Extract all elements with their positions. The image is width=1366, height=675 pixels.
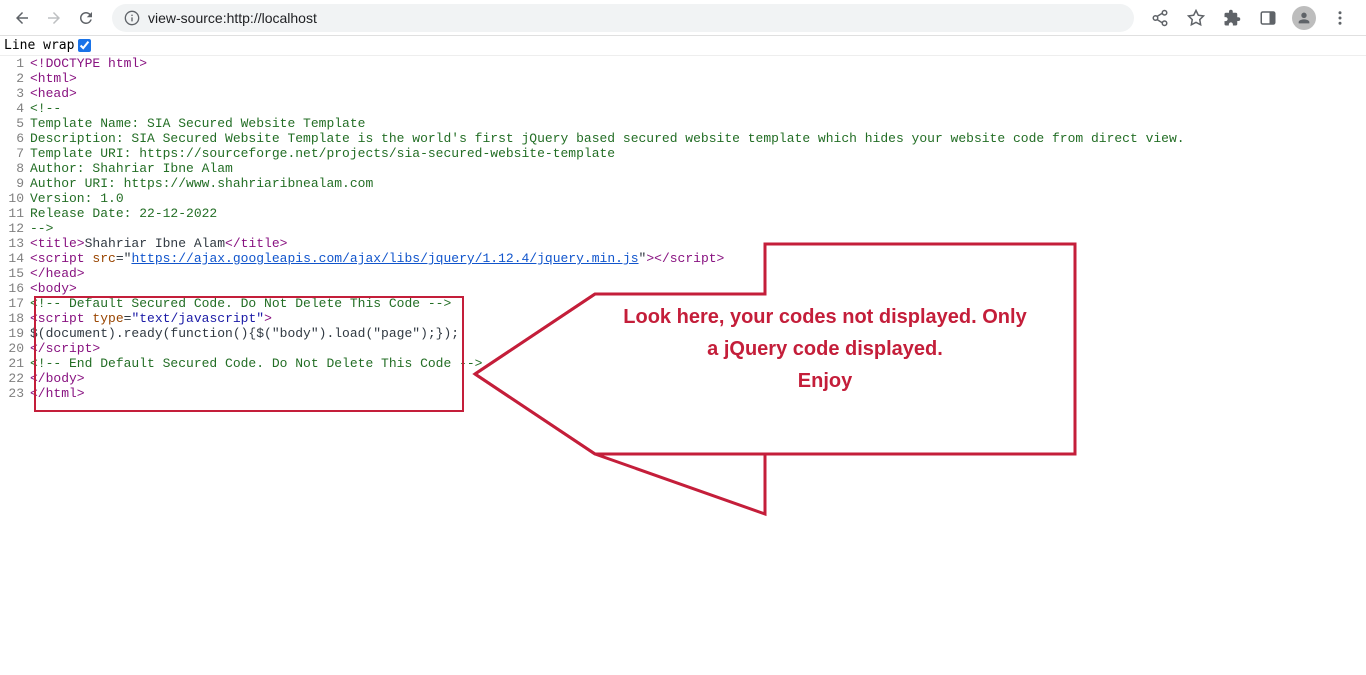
dots-vertical-icon [1331,9,1349,27]
source-line: 3<head> [0,86,1366,101]
line-number: 17 [0,296,30,311]
line-number: 16 [0,281,30,296]
source-line: 15</head> [0,266,1366,281]
code-content[interactable]: <body> [30,281,1366,296]
line-number: 14 [0,251,30,266]
line-number: 20 [0,341,30,356]
line-number: 7 [0,146,30,161]
source-line: 4<!-- [0,101,1366,116]
source-line: 7Template URI: https://sourceforge.net/p… [0,146,1366,161]
line-number: 4 [0,101,30,116]
line-number: 1 [0,56,30,71]
info-icon [124,10,140,26]
line-number: 9 [0,176,30,191]
source-line: 11Release Date: 22-12-2022 [0,206,1366,221]
annotation-line3: Enjoy [580,365,1070,397]
share-button[interactable] [1146,4,1174,32]
page-content: Line wrap 1<!DOCTYPE html>2<html>3<head>… [0,36,1366,401]
code-content[interactable]: <script src="https://ajax.googleapis.com… [30,251,1366,266]
linewrap-bar: Line wrap [0,36,1366,56]
line-number: 10 [0,191,30,206]
code-content[interactable]: <!-- [30,101,1366,116]
browser-toolbar: view-source:http://localhost [0,0,1366,36]
code-content[interactable]: <head> [30,86,1366,101]
share-icon [1151,9,1169,27]
arrow-left-icon [13,9,31,27]
source-line: 10Version: 1.0 [0,191,1366,206]
line-number: 13 [0,236,30,251]
line-number: 12 [0,221,30,236]
line-number: 23 [0,386,30,401]
arrow-right-icon [45,9,63,27]
code-content[interactable]: Description: SIA Secured Website Templat… [30,131,1366,146]
puzzle-icon [1223,9,1241,27]
annotation-line2: a jQuery code displayed. [580,333,1070,365]
line-number: 2 [0,71,30,86]
code-content[interactable]: <!DOCTYPE html> [30,56,1366,71]
line-number: 3 [0,86,30,101]
line-number: 11 [0,206,30,221]
toolbar-right [1146,4,1358,32]
line-number: 8 [0,161,30,176]
source-line: 16<body> [0,281,1366,296]
source-line: 9Author URI: https://www.shahriaribneala… [0,176,1366,191]
sidepanel-button[interactable] [1254,4,1282,32]
profile-button[interactable] [1290,4,1318,32]
back-button[interactable] [8,4,36,32]
panel-icon [1259,9,1277,27]
source-line: 6Description: SIA Secured Website Templa… [0,131,1366,146]
reload-button[interactable] [72,4,100,32]
address-bar[interactable]: view-source:http://localhost [112,4,1134,32]
line-number: 15 [0,266,30,281]
code-content[interactable]: </head> [30,266,1366,281]
source-line: 1<!DOCTYPE html> [0,56,1366,71]
code-content[interactable]: <title>Shahriar Ibne Alam</title> [30,236,1366,251]
code-content[interactable]: Template Name: SIA Secured Website Templ… [30,116,1366,131]
linewrap-checkbox[interactable] [78,39,91,52]
line-number: 22 [0,371,30,386]
line-number: 5 [0,116,30,131]
source-line: 8Author: Shahriar Ibne Alam [0,161,1366,176]
extensions-button[interactable] [1218,4,1246,32]
source-line: 14<script src="https://ajax.googleapis.c… [0,251,1366,266]
forward-button[interactable] [40,4,68,32]
line-number: 18 [0,311,30,326]
menu-button[interactable] [1326,4,1354,32]
code-content[interactable]: Author: Shahriar Ibne Alam [30,161,1366,176]
source-line: 13<title>Shahriar Ibne Alam</title> [0,236,1366,251]
code-content[interactable]: Author URI: https://www.shahriaribnealam… [30,176,1366,191]
source-line: 12--> [0,221,1366,236]
code-content[interactable]: <html> [30,71,1366,86]
linewrap-label: Line wrap [4,38,74,53]
bookmark-button[interactable] [1182,4,1210,32]
code-content[interactable]: Version: 1.0 [30,191,1366,206]
source-line: 5Template Name: SIA Secured Website Temp… [0,116,1366,131]
url-text: view-source:http://localhost [148,10,317,26]
line-number: 6 [0,131,30,146]
annotation-line1: Look here, your codes not displayed. Onl… [580,301,1070,333]
code-content[interactable]: Release Date: 22-12-2022 [30,206,1366,221]
star-icon [1187,9,1205,27]
line-number: 21 [0,356,30,371]
line-number: 19 [0,326,30,341]
source-line: 2<html> [0,71,1366,86]
code-content[interactable]: Template URI: https://sourceforge.net/pr… [30,146,1366,161]
avatar-icon [1292,6,1316,30]
reload-icon [77,9,95,27]
code-content[interactable]: --> [30,221,1366,236]
annotation-text: Look here, your codes not displayed. Onl… [580,301,1070,397]
